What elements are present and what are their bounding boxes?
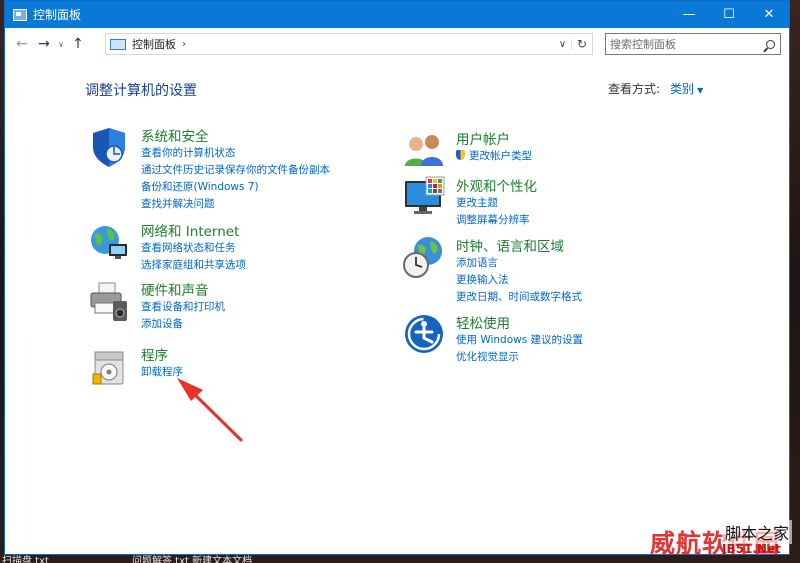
- category-title[interactable]: 轻松使用: [456, 312, 510, 332]
- category-title[interactable]: 时钟、语言和区域: [456, 235, 564, 255]
- link-text: 更改帐户类型: [469, 150, 532, 162]
- search-input[interactable]: 搜索控制面板: [610, 36, 676, 52]
- programs-box-icon[interactable]: [87, 344, 131, 388]
- link-network-status[interactable]: 查看网络状态和任务: [141, 240, 246, 257]
- maximize-button[interactable]: ☐: [709, 1, 749, 28]
- printer-icon[interactable]: [87, 279, 131, 323]
- link-homegroup-sharing[interactable]: 选择家庭组和共享选项: [141, 257, 246, 274]
- link-screen-resolution[interactable]: 调整屏幕分辨率: [456, 212, 530, 229]
- link-change-date-time-format[interactable]: 更改日期、时间或数字格式: [456, 289, 582, 306]
- breadcrumb-control-panel[interactable]: 控制面板: [132, 36, 176, 52]
- uac-shield-icon: [456, 150, 465, 160]
- control-panel-icon: [13, 8, 27, 21]
- link-file-history-backup[interactable]: 通过文件历史记录保存你的文件备份副本: [141, 162, 330, 179]
- link-optimize-visual-display[interactable]: 优化视觉显示: [456, 349, 583, 366]
- address-dropdown-chevron-icon[interactable]: ∨: [554, 38, 572, 50]
- control-panel-window: 控制面板 — ☐ ✕ ← → ∨ ↑ 控制面板 › ∨ ↻ 搜索控制面板 调整计…: [4, 0, 790, 555]
- view-by-dropdown[interactable]: 类别: [670, 82, 694, 96]
- search-box[interactable]: 搜索控制面板: [605, 33, 781, 55]
- network-globe-icon[interactable]: [87, 220, 131, 264]
- view-by: 查看方式: 类别 ▼: [608, 80, 703, 97]
- clock-globe-icon[interactable]: [402, 235, 446, 279]
- user-accounts-icon[interactable]: [402, 128, 446, 172]
- link-troubleshoot[interactable]: 查找并解决问题: [141, 196, 330, 213]
- category-title[interactable]: 硬件和声音: [141, 279, 209, 299]
- category-title[interactable]: 用户帐户: [456, 128, 510, 148]
- link-uninstall-program[interactable]: 卸载程序: [141, 364, 183, 381]
- watermark-logo: JB51.Net: [722, 542, 781, 556]
- title-bar[interactable]: 控制面板 — ☐ ✕: [5, 1, 789, 28]
- search-icon[interactable]: [766, 39, 775, 49]
- category-title[interactable]: 程序: [141, 344, 168, 364]
- address-bar[interactable]: 控制面板 › ∨ ↻: [105, 33, 593, 55]
- minimize-button[interactable]: —: [669, 1, 709, 28]
- window-title: 控制面板: [33, 8, 82, 22]
- dropdown-caret-icon[interactable]: ▼: [697, 86, 703, 95]
- ease-of-access-icon[interactable]: [402, 312, 446, 356]
- appearance-monitor-icon[interactable]: [402, 175, 446, 219]
- security-shield-icon[interactable]: [87, 125, 131, 169]
- back-arrow-icon[interactable]: ←: [11, 36, 33, 52]
- link-view-computer-status[interactable]: 查看你的计算机状态: [141, 145, 330, 162]
- link-add-device[interactable]: 添加设备: [141, 316, 225, 333]
- category-title[interactable]: 网络和 Internet: [141, 220, 239, 240]
- link-recommended-settings[interactable]: 使用 Windows 建议的设置: [456, 332, 583, 349]
- control-panel-icon: [110, 38, 126, 50]
- link-devices-printers[interactable]: 查看设备和打印机: [141, 299, 225, 316]
- page-title: 调整计算机的设置: [85, 83, 197, 99]
- link-add-language[interactable]: 添加语言: [456, 255, 582, 272]
- refresh-icon[interactable]: ↻: [572, 37, 592, 51]
- category-title[interactable]: 外观和个性化: [456, 175, 537, 195]
- category-title[interactable]: 系统和安全: [141, 125, 209, 145]
- window-controls: — ☐ ✕: [669, 1, 789, 28]
- up-arrow-icon[interactable]: ↑: [67, 36, 89, 52]
- breadcrumb-chevron-icon[interactable]: ›: [182, 39, 186, 50]
- close-button[interactable]: ✕: [749, 1, 789, 28]
- recent-locations-chevron-icon[interactable]: ∨: [55, 40, 67, 49]
- watermark-logo: 脚本之家: [722, 520, 793, 544]
- navigation-bar: ← → ∨ ↑ 控制面板 › ∨ ↻ 搜索控制面板: [5, 28, 789, 60]
- view-by-label: 查看方式:: [608, 82, 661, 96]
- link-change-input-method[interactable]: 更换输入法: [456, 272, 582, 289]
- link-change-theme[interactable]: 更改主题: [456, 195, 530, 212]
- link-backup-restore[interactable]: 备份和还原(Windows 7): [141, 179, 330, 196]
- forward-arrow-icon[interactable]: →: [33, 36, 55, 52]
- link-change-account-type[interactable]: 更改帐户类型: [456, 148, 532, 165]
